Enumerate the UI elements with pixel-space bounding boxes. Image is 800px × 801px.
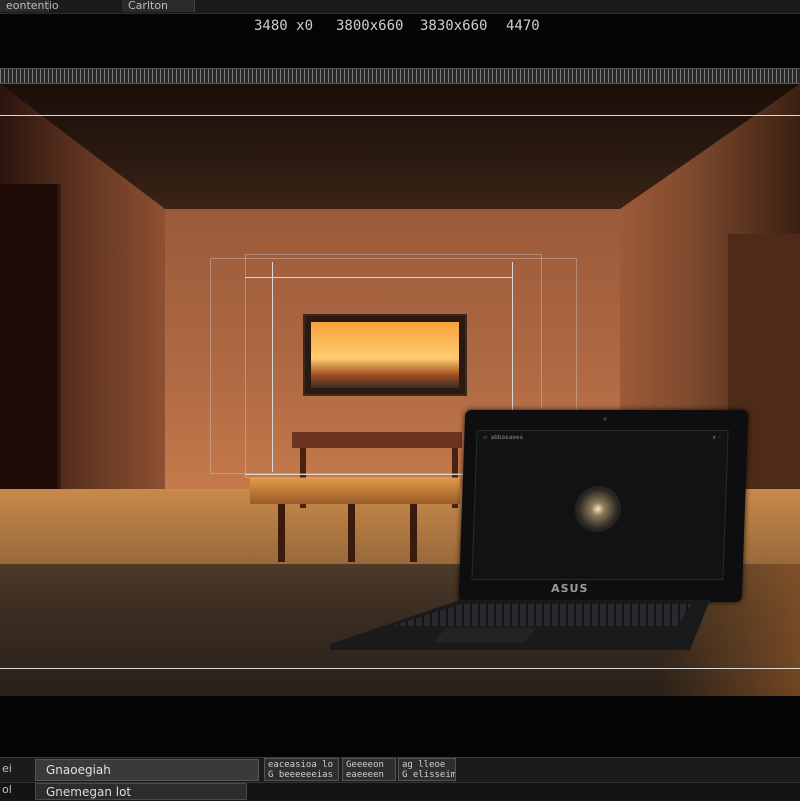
menu-tab-2[interactable]: Carlton	[122, 0, 195, 12]
layer-name-field[interactable]: Gnaoegiah	[35, 759, 259, 781]
readout-2: 3800x660	[336, 18, 404, 34]
laptop-lid: ▭ abbasaees x ◦ ASUS	[458, 410, 749, 602]
option-button-1[interactable]: eaceasioa lo G beeeeeeias	[264, 758, 339, 781]
table-leg	[278, 504, 285, 562]
screen-orb	[574, 486, 622, 532]
top-menu-bar	[0, 0, 800, 14]
screen-close-icon: x ◦	[712, 434, 722, 441]
option-button-3[interactable]: ag lleoe G elisseim	[398, 758, 456, 781]
option-button-2[interactable]: Geeeeon eaeeeen	[342, 758, 396, 781]
row2-label: ol	[2, 783, 12, 796]
laptop-brand-logo: ASUS	[550, 582, 589, 595]
crop-guide-right[interactable]	[512, 262, 513, 412]
readout-4: 4470	[506, 18, 540, 34]
readout-1: 3480 x0	[254, 18, 314, 34]
crop-guide-bottom[interactable]	[245, 474, 485, 475]
laptop-trackpad	[434, 628, 536, 642]
laptop-screen: ▭ abbasaees x ◦	[471, 430, 729, 580]
crop-guide-left[interactable]	[272, 262, 273, 472]
filter-field[interactable]: Gnemegan lot	[35, 783, 247, 800]
table-leg	[348, 504, 355, 562]
webcam-icon	[602, 417, 608, 421]
guide-line-bottom[interactable]	[0, 668, 800, 669]
image-viewport[interactable]: ▭ abbasaees x ◦ ASUS	[0, 84, 800, 696]
horizontal-ruler[interactable]	[0, 68, 800, 84]
table-leg	[410, 504, 417, 562]
row1-label: ei	[2, 762, 12, 775]
middle-table	[250, 478, 460, 504]
guide-line-top[interactable]	[0, 115, 800, 116]
crop-guide-top[interactable]	[245, 277, 513, 278]
screen-window-title: ▭ abbasaees	[483, 434, 524, 441]
menu-tab-1[interactable]: eontentio	[0, 0, 59, 12]
readout-3: 3830x660	[420, 18, 488, 34]
